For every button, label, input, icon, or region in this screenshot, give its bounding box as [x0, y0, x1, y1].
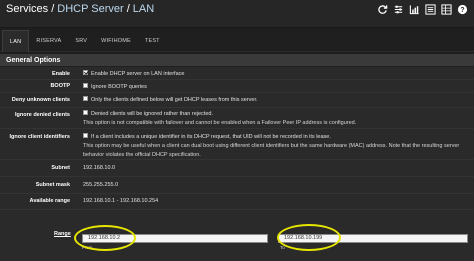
subnet-mask-value: 255.255.255.0: [83, 182, 119, 188]
breadcrumb-dhcp-server[interactable]: DHCP Server: [57, 3, 123, 15]
available-range-label: Available range: [29, 198, 70, 204]
ignore-denied-text: Denied clients will be ignored rather th…: [91, 111, 213, 117]
ignore-denied-row: Ignore denied clients Denied clients wil…: [0, 109, 474, 129]
breadcrumb-lan[interactable]: LAN: [133, 3, 154, 15]
deny-unknown-text: Only the clients defined below will get …: [91, 97, 258, 103]
ignore-denied-checkbox[interactable]: [83, 110, 88, 116]
deny-unknown-label: Deny unknown clients: [11, 97, 70, 103]
ignore-denied-help: This option is not compatible with failo…: [83, 120, 357, 126]
tab-test[interactable]: TEST: [138, 30, 167, 52]
tab-srv[interactable]: SRV: [68, 30, 94, 52]
subnet-row: Subnet 192.168.10.0: [0, 161, 474, 177]
list-icon[interactable]: [425, 4, 436, 15]
ignore-denied-label: Ignore denied clients: [14, 112, 70, 118]
bootp-value: Ignore BOOTP queries: [83, 83, 470, 92]
bootp-text: Ignore BOOTP queries: [91, 84, 147, 90]
bootp-checkbox[interactable]: [83, 83, 88, 89]
ignore-identifiers-label: Ignore client identifiers: [9, 134, 70, 140]
range-label: Range: [54, 231, 71, 237]
subnet-mask-label: Subnet mask: [35, 182, 70, 188]
ignore-identifiers-value: If a client includes a unique identifier…: [83, 133, 470, 160]
available-range-row: Available range 192.168.10.1 - 192.168.1…: [0, 195, 474, 210]
enable-text: Enable DHCP server on LAN interface: [91, 71, 185, 77]
deny-unknown-checkbox[interactable]: [83, 96, 88, 102]
deny-unknown-row: Deny unknown clients Only the clients de…: [0, 94, 474, 108]
from-highlight-circle: [74, 225, 136, 251]
ignore-identifiers-checkbox[interactable]: [83, 133, 88, 139]
deny-unknown-value: Only the clients defined below will get …: [83, 96, 470, 105]
page-header: Services / DHCP Server / LAN ?: [0, 0, 474, 28]
interface-tab-bar: LAN RISERVA SRV WIFIHOME TEST: [0, 28, 474, 52]
range-row: Range 192.168.10.2 From 192.168.10.199 T…: [0, 211, 474, 261]
to-highlight-circle: [277, 224, 341, 251]
tab-wifihome[interactable]: WIFIHOME: [94, 30, 138, 52]
breadcrumb: Services / DHCP Server / LAN: [6, 3, 154, 15]
settings-sliders-icon[interactable]: [393, 4, 404, 15]
tab-list: LAN RISERVA SRV WIFIHOME TEST: [2, 30, 167, 52]
enable-checkbox[interactable]: [83, 70, 88, 76]
subnet-mask-row: Subnet mask 255.255.255.0: [0, 178, 474, 194]
chart-icon[interactable]: [409, 4, 420, 15]
bootp-row: BOOTP Ignore BOOTP queries: [0, 81, 474, 93]
subnet-value: 192.168.10.0: [83, 165, 116, 171]
tab-lan[interactable]: LAN: [2, 30, 30, 52]
table-icon[interactable]: [441, 4, 452, 15]
enable-label: Enable: [51, 71, 70, 77]
ignore-identifiers-row: Ignore client identifiers If a client in…: [0, 130, 474, 160]
breadcrumb-services[interactable]: Services: [6, 3, 48, 15]
header-icon-bar: ?: [377, 4, 468, 15]
help-icon[interactable]: ?: [457, 4, 468, 15]
svg-text:?: ?: [460, 7, 464, 14]
ignore-denied-value: Denied clients will be ignored rather th…: [83, 110, 470, 128]
ignore-identifiers-text: If a client includes a unique identifier…: [91, 134, 331, 140]
enable-row: Enable Enable DHCP server on LAN interfa…: [0, 69, 474, 80]
bootp-label: BOOTP: [50, 83, 70, 89]
tab-riserva[interactable]: RISERVA: [29, 30, 68, 52]
ignore-identifiers-help: This option may be useful when a client …: [83, 143, 460, 158]
available-range-value: 192.168.10.1 - 192.168.10.254: [83, 198, 159, 204]
panel-title: General Options: [0, 54, 474, 67]
reload-icon[interactable]: [377, 4, 388, 15]
breadcrumb-separator: /: [126, 3, 130, 15]
enable-value: Enable DHCP server on LAN interface: [83, 70, 470, 79]
general-options-panel: General Options Enable Enable DHCP serve…: [0, 54, 474, 261]
breadcrumb-separator: /: [51, 3, 55, 15]
subnet-label: Subnet: [51, 165, 70, 171]
